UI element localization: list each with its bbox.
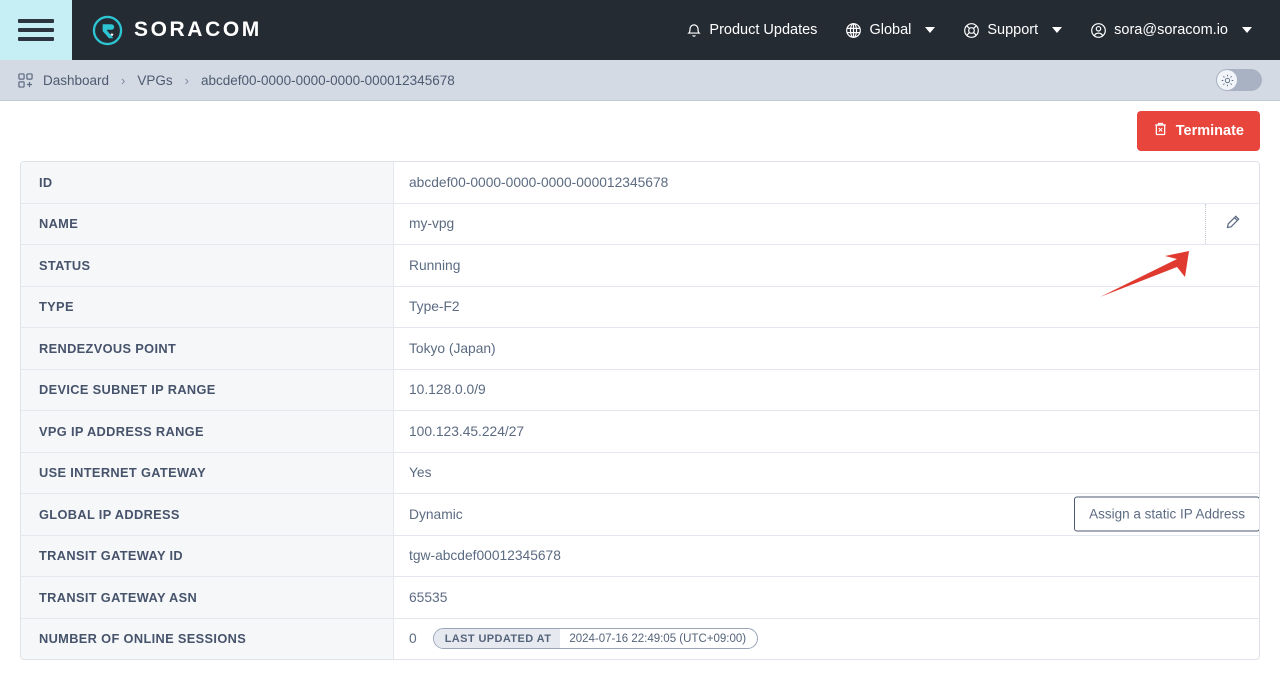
breadcrumb: Dashboard › VPGs › abcdef00-0000-0000-00…	[43, 73, 455, 88]
user-circle-icon	[1090, 22, 1107, 39]
row-value: 0	[409, 631, 417, 647]
nav-label-global: Global	[869, 22, 912, 38]
row-label: TYPE	[21, 286, 394, 327]
row-value-cell: 10.128.0.0/9	[394, 370, 1259, 411]
badge-value: 2024-07-16 22:49:05 (UTC+09:00)	[569, 632, 747, 645]
row-value-cell: 65535	[394, 577, 1259, 618]
row-value-cell: Yes	[394, 453, 1259, 494]
nav-label-product-updates: Product Updates	[709, 22, 818, 38]
row-value: abcdef00-0000-0000-0000-000012345678	[409, 174, 669, 190]
breadcrumb-item-vpgs[interactable]: VPGs	[137, 73, 172, 88]
hamburger-icon	[18, 14, 54, 46]
globe-icon	[845, 22, 862, 39]
breadcrumb-item-current: abcdef00-0000-0000-0000-000012345678	[201, 72, 455, 88]
brand-logo-group[interactable]: SORACOM	[92, 15, 262, 46]
row-label: ID	[21, 162, 394, 203]
row-value: Tokyo (Japan)	[409, 340, 496, 356]
table-row: GLOBAL IP ADDRESS Dynamic Assign a stati…	[21, 494, 1259, 536]
table-row: DEVICE SUBNET IP RANGE 10.128.0.0/9	[21, 369, 1259, 411]
page-content: Terminate ID abcdef00-0000-0000-0000-000…	[0, 101, 1280, 660]
row-label: NAME	[21, 203, 394, 244]
chevron-down-icon	[925, 27, 936, 33]
table-row: TRANSIT GATEWAY ASN 65535	[21, 577, 1259, 619]
row-label: NUMBER OF ONLINE SESSIONS	[21, 618, 394, 659]
light-dark-toggle[interactable]	[1216, 69, 1262, 91]
row-label: TRANSIT GATEWAY ID	[21, 535, 394, 576]
row-value-cell: tgw-abcdef00012345678	[394, 536, 1259, 577]
row-value: my-vpg	[409, 216, 455, 232]
table-row: STATUS Running	[21, 245, 1259, 287]
terminate-button-label: Terminate	[1175, 123, 1244, 139]
nav-item-support[interactable]: Support	[949, 0, 1076, 60]
row-value-cell: my-vpg	[394, 203, 1259, 244]
row-value: 65535	[409, 589, 448, 605]
row-label: STATUS	[21, 245, 394, 286]
hamburger-menu-button[interactable]	[0, 0, 72, 60]
row-value-cell: Dynamic Assign a static IP Address	[394, 494, 1259, 535]
row-value-cell: 100.123.45.224/27	[394, 411, 1259, 452]
breadcrumb-separator: ›	[121, 72, 126, 88]
lifebuoy-icon	[963, 22, 980, 39]
nav-item-account[interactable]: sora@soracom.io	[1076, 0, 1266, 60]
row-value: 100.123.45.224/27	[409, 423, 525, 439]
row-value: Type-F2	[409, 299, 460, 315]
bell-icon	[686, 22, 702, 39]
dashboard-grid-plus-icon	[18, 72, 33, 88]
table-row: ID abcdef00-0000-0000-0000-000012345678	[21, 162, 1259, 204]
table-row: NAME my-vpg	[21, 203, 1259, 245]
row-value-cell: 0 LAST UPDATED AT 2024-07-16 22:49:05 (U…	[394, 619, 1259, 660]
row-label: USE INTERNET GATEWAY	[21, 452, 394, 493]
nav-label-support: Support	[987, 22, 1039, 38]
table-row: TYPE Type-F2	[21, 286, 1259, 328]
vpg-detail-table: ID abcdef00-0000-0000-0000-000012345678 …	[20, 161, 1260, 660]
row-value: 10.128.0.0/9	[409, 382, 486, 398]
header-nav: Product Updates Global Support sora@sora…	[672, 0, 1280, 60]
terminate-button[interactable]: Terminate	[1136, 111, 1260, 151]
row-label: DEVICE SUBNET IP RANGE	[21, 369, 394, 410]
badge-label: LAST UPDATED AT	[433, 629, 561, 649]
table-row: VPG IP ADDRESS RANGE 100.123.45.224/27	[21, 411, 1259, 453]
nav-item-global[interactable]: Global	[831, 0, 949, 60]
toggle-knob	[1217, 70, 1237, 90]
edit-name-button[interactable]	[1205, 203, 1259, 244]
row-value-cell: Tokyo (Japan)	[394, 328, 1259, 369]
action-toolbar: Terminate	[20, 101, 1260, 161]
pencil-icon	[1225, 214, 1241, 233]
breadcrumb-bar: Dashboard › VPGs › abcdef00-0000-0000-00…	[0, 60, 1280, 101]
chevron-down-icon	[1052, 27, 1063, 33]
table-row: NUMBER OF ONLINE SESSIONS 0 LAST UPDATED…	[21, 618, 1259, 660]
chevron-down-icon	[1242, 27, 1252, 33]
table-row: USE INTERNET GATEWAY Yes	[21, 452, 1259, 494]
row-value: Running	[409, 257, 461, 273]
breadcrumb-item-dashboard[interactable]: Dashboard	[43, 73, 109, 88]
table-row: TRANSIT GATEWAY ID tgw-abcdef00012345678	[21, 535, 1259, 577]
row-value: Yes	[409, 465, 432, 481]
breadcrumb-separator: ›	[184, 72, 189, 88]
status-badge: LAST UPDATED AT 2024-07-16 22:49:05 (UTC…	[432, 628, 759, 650]
table-row: RENDEZVOUS POINT Tokyo (Japan)	[21, 328, 1259, 370]
brand-name: SORACOM	[134, 18, 262, 41]
row-value-cell: Type-F2	[394, 287, 1259, 328]
top-header: SORACOM Product Updates Global Support s…	[0, 0, 1280, 60]
row-label: GLOBAL IP ADDRESS	[21, 494, 394, 535]
row-label: TRANSIT GATEWAY ASN	[21, 577, 394, 618]
nav-label-account: sora@soracom.io	[1114, 22, 1228, 38]
row-label: RENDEZVOUS POINT	[21, 328, 394, 369]
row-value-cell: Running	[394, 245, 1259, 286]
nav-item-product-updates[interactable]: Product Updates	[672, 0, 831, 60]
assign-static-ip-button[interactable]: Assign a static IP Address	[1074, 496, 1259, 532]
row-value-cell: abcdef00-0000-0000-0000-000012345678	[394, 162, 1259, 203]
row-label: VPG IP ADDRESS RANGE	[21, 411, 394, 452]
row-value: Dynamic	[409, 506, 463, 522]
soracom-logo-icon	[92, 15, 123, 45]
row-value: tgw-abcdef00012345678	[409, 548, 561, 564]
trash-x-icon	[1153, 121, 1168, 141]
